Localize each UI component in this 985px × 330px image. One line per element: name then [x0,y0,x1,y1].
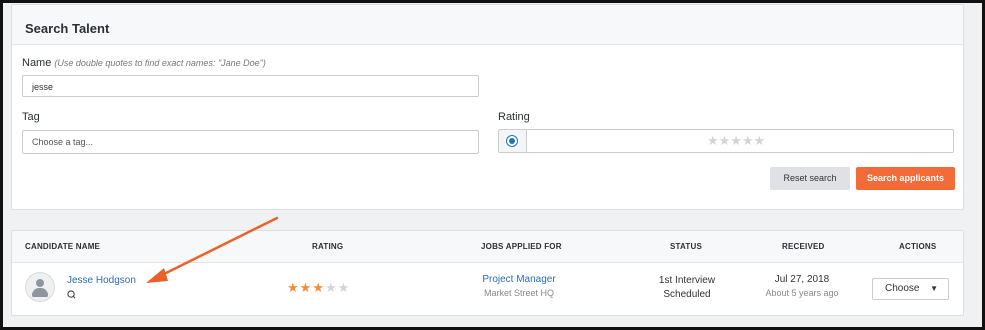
actions-dropdown[interactable]: Choose ▼ [872,278,949,300]
search-header: Search Talent [12,5,963,45]
name-input[interactable]: jesse [22,75,479,97]
actions-dropdown-label: Choose [885,283,920,294]
tag-select[interactable]: Choose a tag... [22,130,479,154]
chat-icon[interactable] [67,290,76,299]
star-icon[interactable]: ★ [287,280,300,295]
name-label-text: Name [22,57,52,69]
th-actions: ACTIONS [899,242,937,251]
search-panel: Search Talent Name (Use double quotes to … [11,4,964,210]
th-received[interactable]: RECEIVED [782,242,825,251]
rating-filter-stars[interactable]: ★★★★★ [707,133,765,149]
star-icon[interactable]: ★ [325,280,338,295]
job-cell: Project Manager Market Street HQ [474,274,564,298]
candidate-name-link[interactable]: Jesse Hodgson [67,275,136,286]
search-applicants-button[interactable]: Search applicants [856,167,955,190]
results-panel: CANDIDATE NAME RATING JOBS APPLIED FOR S… [11,230,964,316]
panel-title: Search Talent [25,21,110,36]
status-line-2: Scheduled [663,289,711,300]
star-icon[interactable]: ★ [312,280,325,295]
name-input-value: jesse [32,82,54,92]
received-cell: Jul 27, 2018 About 5 years ago [752,274,852,298]
rating-label: Rating [498,111,530,123]
candidate-rating-stars[interactable]: ★★★★★ [287,280,350,296]
status-line-1: 1st Interview [658,275,716,286]
table-header: CANDIDATE NAME RATING JOBS APPLIED FOR S… [12,231,963,263]
avatar-icon[interactable] [25,272,55,302]
tag-label: Tag [22,111,40,123]
tag-placeholder: Choose a tag... [32,137,94,147]
th-status[interactable]: STATUS [670,242,702,251]
th-candidate[interactable]: CANDIDATE NAME [25,242,100,251]
received-ago: About 5 years ago [765,288,839,298]
name-label: Name (Use double quotes to find exact nam… [22,57,266,69]
job-title-link[interactable]: Project Manager [474,274,564,285]
th-jobs[interactable]: JOBS APPLIED FOR [481,242,562,251]
radio-icon[interactable] [506,135,518,147]
rating-filter: ★★★★★ [498,129,954,153]
rating-radio-cell[interactable] [499,130,527,152]
caret-down-icon: ▼ [930,284,938,293]
reset-search-button[interactable]: Reset search [770,167,850,190]
status-cell: 1st Interview Scheduled [642,275,732,300]
th-rating[interactable]: RATING [312,242,343,251]
job-location: Market Street HQ [483,288,555,298]
star-icon[interactable]: ★ [300,280,313,295]
star-icon[interactable]: ★ [338,280,351,295]
received-date: Jul 27, 2018 [774,274,830,285]
name-hint: (Use double quotes to find exact names: … [54,58,266,68]
